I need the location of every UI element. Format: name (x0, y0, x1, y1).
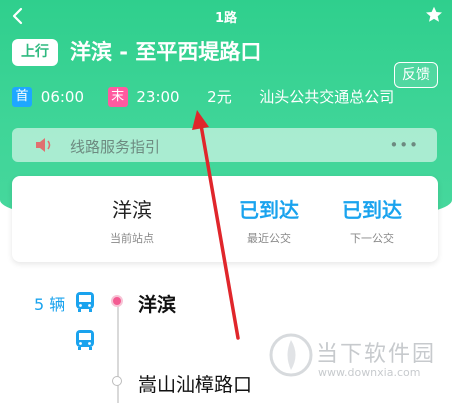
bus-status-card: 洋滨 当前站点 已到达 最近公交 已到达 下一公交 (12, 176, 438, 262)
stop-item[interactable]: 嵩山汕樟路口 (138, 370, 252, 397)
nearest-bus-caption: 最近公交 (247, 232, 291, 245)
first-bus-time: 06:00 (40, 87, 85, 106)
feedback-button[interactable]: 反馈 (394, 62, 438, 88)
stop-marker (112, 376, 122, 386)
direction-badge[interactable]: 上行 (12, 39, 58, 66)
watermark-logo-icon (269, 333, 313, 377)
next-bus-block: 已到达 下一公交 (312, 196, 432, 246)
top-bar: 1路 (0, 0, 452, 32)
fare: 2元 (207, 88, 232, 106)
speaker-icon (36, 138, 51, 152)
vehicle-count: 5 辆 (34, 295, 66, 314)
watermark: 当下软件园 www.downxia.com (268, 328, 452, 403)
page-title: 1路 (214, 11, 238, 26)
watermark-url: www.downxia.com (318, 366, 421, 379)
next-bus-status: 已到达 (342, 198, 402, 222)
watermark-name: 当下软件园 (316, 342, 437, 367)
bus-icon[interactable] (74, 329, 96, 351)
last-bus-tag: 末 (107, 86, 128, 107)
nearest-bus-status: 已到达 (239, 198, 299, 222)
bus-icon[interactable] (74, 291, 96, 313)
favorite-star-icon[interactable] (424, 5, 444, 25)
nearest-bus-block: 已到达 最近公交 (219, 196, 319, 246)
current-stop-marker (111, 295, 123, 307)
schedule-info: 首 06:00 末 23:00 2元 汕头公共交通总公司 (12, 86, 394, 108)
current-stop-name: 洋滨 (112, 198, 152, 222)
stop-item-current[interactable]: 洋滨 (138, 290, 176, 317)
service-guide-bar[interactable]: 线路服务指引 ••• (12, 128, 437, 162)
current-stop-block: 洋滨 当前站点 (72, 196, 192, 246)
route-name: 洋滨 - 至平西堤路口 (70, 40, 262, 64)
more-icon[interactable]: ••• (389, 136, 419, 154)
operator-name: 汕头公共交通总公司 (259, 88, 395, 106)
first-bus-tag: 首 (12, 86, 32, 107)
service-guide-label: 线路服务指引 (70, 138, 161, 156)
current-stop-caption: 当前站点 (110, 232, 154, 245)
route-line (117, 300, 119, 403)
last-bus-time: 23:00 (136, 87, 180, 106)
next-bus-caption: 下一公交 (350, 232, 394, 245)
